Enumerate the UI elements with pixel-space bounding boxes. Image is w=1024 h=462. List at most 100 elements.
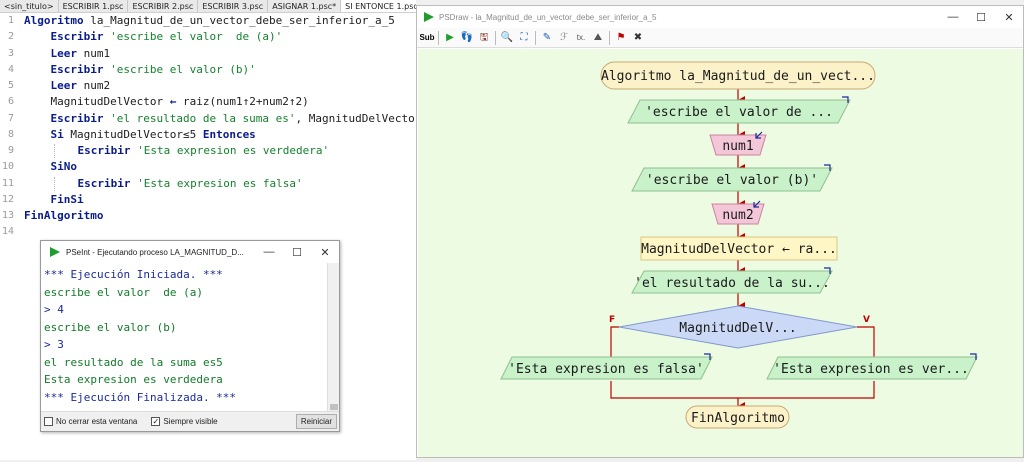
toolbar-separator — [438, 30, 439, 45]
maximize-icon[interactable]: ☐ — [967, 11, 995, 24]
close-icon[interactable]: ✕ — [995, 11, 1023, 24]
tab-si-entonce-1[interactable]: SI ENTONCE 1.psc* — [341, 0, 416, 12]
minimize-icon[interactable]: — — [939, 11, 967, 24]
string-literal: 'Esta expresion es falsa' — [130, 176, 303, 190]
line-number: 4 — [7, 63, 14, 75]
node-output-true[interactable]: 'Esta expresion es ver... — [773, 362, 969, 377]
code-line[interactable]: 3 Leer num1 — [0, 46, 416, 62]
console-line: Esta expresion es verdedera — [44, 373, 223, 386]
file-tabs: <sin_titulo> ESCRIBIR 1.psc ESCRIBIR 2.p… — [0, 0, 416, 13]
keyword: Leer — [50, 79, 78, 92]
tools-icon[interactable]: ✖ — [631, 31, 645, 45]
code-text: raiz(num1↑2+num2↑2) — [176, 95, 309, 109]
run-icon[interactable]: ▶ — [443, 31, 457, 45]
maximize-icon[interactable]: ☐ — [283, 246, 311, 259]
node-output-b[interactable]: 'escribe el valor (b)' — [646, 173, 818, 188]
subprocess-icon[interactable]: Sub — [419, 31, 434, 45]
code-line[interactable]: 12 FinSi — [0, 192, 416, 208]
toolbar-separator — [495, 30, 496, 45]
toolbar-separator — [609, 30, 610, 45]
code-line[interactable]: 1 Algoritmo la_Magnitud_de_un_vector_debe… — [0, 13, 416, 29]
console-line: *** Ejecución Finalizada. *** — [44, 390, 237, 404]
code-line[interactable]: 11 Escribir 'Esta expresion es falsa' — [0, 176, 416, 192]
console-scrollbar[interactable] — [327, 263, 339, 413]
console-output: *** Ejecución Iniciada. *** escribe el v… — [41, 263, 327, 413]
save-icon[interactable]: 🖫 — [477, 31, 491, 45]
comments-icon[interactable]: ✎ — [540, 31, 554, 45]
code-text: num1 — [77, 46, 111, 60]
console-line: el resultado de la suma es5 — [44, 355, 223, 369]
psdraw-titlebar[interactable]: PSDraw - la_Magnitud_de_un_vector_debe_s… — [417, 6, 1023, 28]
line-number: 5 — [7, 80, 14, 91]
code-line[interactable]: 14 — [0, 224, 416, 240]
node-start[interactable]: Algoritmo la_Magnitud_de_un_vect... — [601, 69, 875, 84]
line-number: 8 — [7, 128, 14, 140]
no-cerrar-checkbox[interactable] — [44, 417, 53, 426]
zoom-icon[interactable]: 🔍 — [500, 31, 514, 45]
close-icon[interactable]: ✕ — [311, 246, 339, 259]
minimize-icon[interactable]: — — [255, 246, 283, 259]
no-cerrar-label: No cerrar esta ventana — [56, 417, 138, 426]
code-text: la_Magnitud_de_un_vector_debe_ser_inferi… — [83, 14, 395, 27]
line-number: 3 — [7, 47, 14, 59]
code-line[interactable]: 2 Escribir 'escribe el valor de (a)' — [0, 29, 416, 45]
line-number: 14 — [1, 226, 14, 238]
node-output-result[interactable]: 'el resultado de la su... — [634, 276, 830, 291]
scrollbar-thumb[interactable] — [330, 404, 338, 410]
string-literal: 'el resultado de la suma es' — [103, 111, 296, 125]
siempre-visible-checkbox[interactable]: ✓ — [151, 417, 161, 426]
line-number: 13 — [1, 210, 14, 221]
node-end[interactable]: FinAlgoritmo — [691, 411, 785, 426]
code-text: , MagnitudDelVector — [295, 111, 422, 125]
flowchart: Algoritmo la_Magnitud_de_un_vect... 'esc… — [500, 61, 978, 429]
console-line: *** Ejecución Iniciada. *** — [44, 268, 223, 281]
keyword: Escribir — [77, 144, 131, 157]
style-icon[interactable]: tx. — [574, 31, 588, 45]
node-output-a[interactable]: 'escribe el valor de ... — [645, 105, 833, 120]
node-output-false[interactable]: 'Esta expresion es falsa' — [508, 362, 704, 377]
tab-escribir-3[interactable]: ESCRIBIR 3.psc — [198, 0, 269, 12]
code-line[interactable]: 9 Escribir 'Esta expresion es verdedera' — [0, 143, 416, 159]
line-number: 10 — [1, 161, 14, 173]
tab-escribir-1[interactable]: ESCRIBIR 1.psc — [59, 0, 129, 12]
console-line: > 3 — [44, 338, 64, 351]
node-read-num2[interactable]: num2 — [722, 208, 753, 223]
execution-window-titlebar[interactable]: PSeInt - Ejecutando proceso LA_MAGNITUD_… — [41, 241, 339, 263]
tab-escribir-2[interactable]: ESCRIBIR 2.psc — [128, 0, 199, 12]
execution-window-title: PSeInt - Ejecutando proceso LA_MAGNITUD_… — [66, 247, 244, 257]
code-text: MagnitudDelVector — [50, 95, 170, 109]
fit-icon[interactable]: ⛶ — [517, 31, 531, 45]
true-branch-label: V — [863, 315, 870, 325]
execution-window[interactable]: PSeInt - Ejecutando proceso LA_MAGNITUD_… — [40, 240, 340, 432]
tab-sin-titulo[interactable]: <sin_titulo> — [0, 0, 59, 12]
code-line[interactable]: 5 Leer num2 — [0, 78, 416, 94]
string-literal: 'Esta expresion es verdedera' — [130, 144, 330, 157]
tab-asignar-1[interactable]: ASIGNAR 1.psc* — [268, 0, 342, 12]
string-literal: 'escribe el valor (b)' — [103, 62, 256, 76]
siempre-visible-label: Siempre visible — [163, 417, 218, 426]
line-number: 6 — [7, 96, 14, 108]
false-branch-label: F — [609, 315, 615, 325]
code-line[interactable]: 13 FinAlgoritmo — [0, 208, 416, 224]
console-line: escribe el valor de (a) — [44, 285, 203, 299]
code-line[interactable]: 7 Escribir 'el resultado de la suma es',… — [0, 111, 421, 127]
line-number: 1 — [7, 15, 14, 26]
keyword: FinSi — [50, 192, 84, 206]
keyword: FinAlgoritmo — [24, 209, 104, 222]
reiniciar-button[interactable]: Reiniciar — [295, 414, 337, 429]
code-line[interactable]: 8 Si MagnitudDelVector≤5 Entonces — [0, 127, 416, 143]
toolbar-separator — [535, 30, 536, 45]
code-line[interactable]: 10 SiNo — [0, 159, 416, 175]
line-number: 9 — [7, 145, 14, 156]
step-icon[interactable]: 👣 — [460, 31, 474, 45]
node-assign[interactable]: MagnitudDelVector ← ra... — [641, 242, 837, 257]
flowchart-canvas[interactable]: Algoritmo la_Magnitud_de_un_vect... 'esc… — [418, 49, 1023, 457]
psdraw-window[interactable]: PSDraw - la_Magnitud_de_un_vector_debe_s… — [416, 5, 1024, 458]
theme-icon[interactable]: ⛰ — [591, 31, 605, 45]
labels-icon[interactable]: ℱ — [557, 31, 571, 45]
code-line[interactable]: 6 MagnitudDelVector ← raiz(num1↑2+num2↑2… — [0, 94, 416, 110]
flag-icon[interactable]: ⚑ — [614, 31, 628, 45]
code-line[interactable]: 4 Escribir 'escribe el valor (b)' — [0, 62, 416, 78]
node-read-num1[interactable]: num1 — [722, 139, 753, 154]
node-condition[interactable]: MagnitudDelV... — [679, 321, 796, 336]
